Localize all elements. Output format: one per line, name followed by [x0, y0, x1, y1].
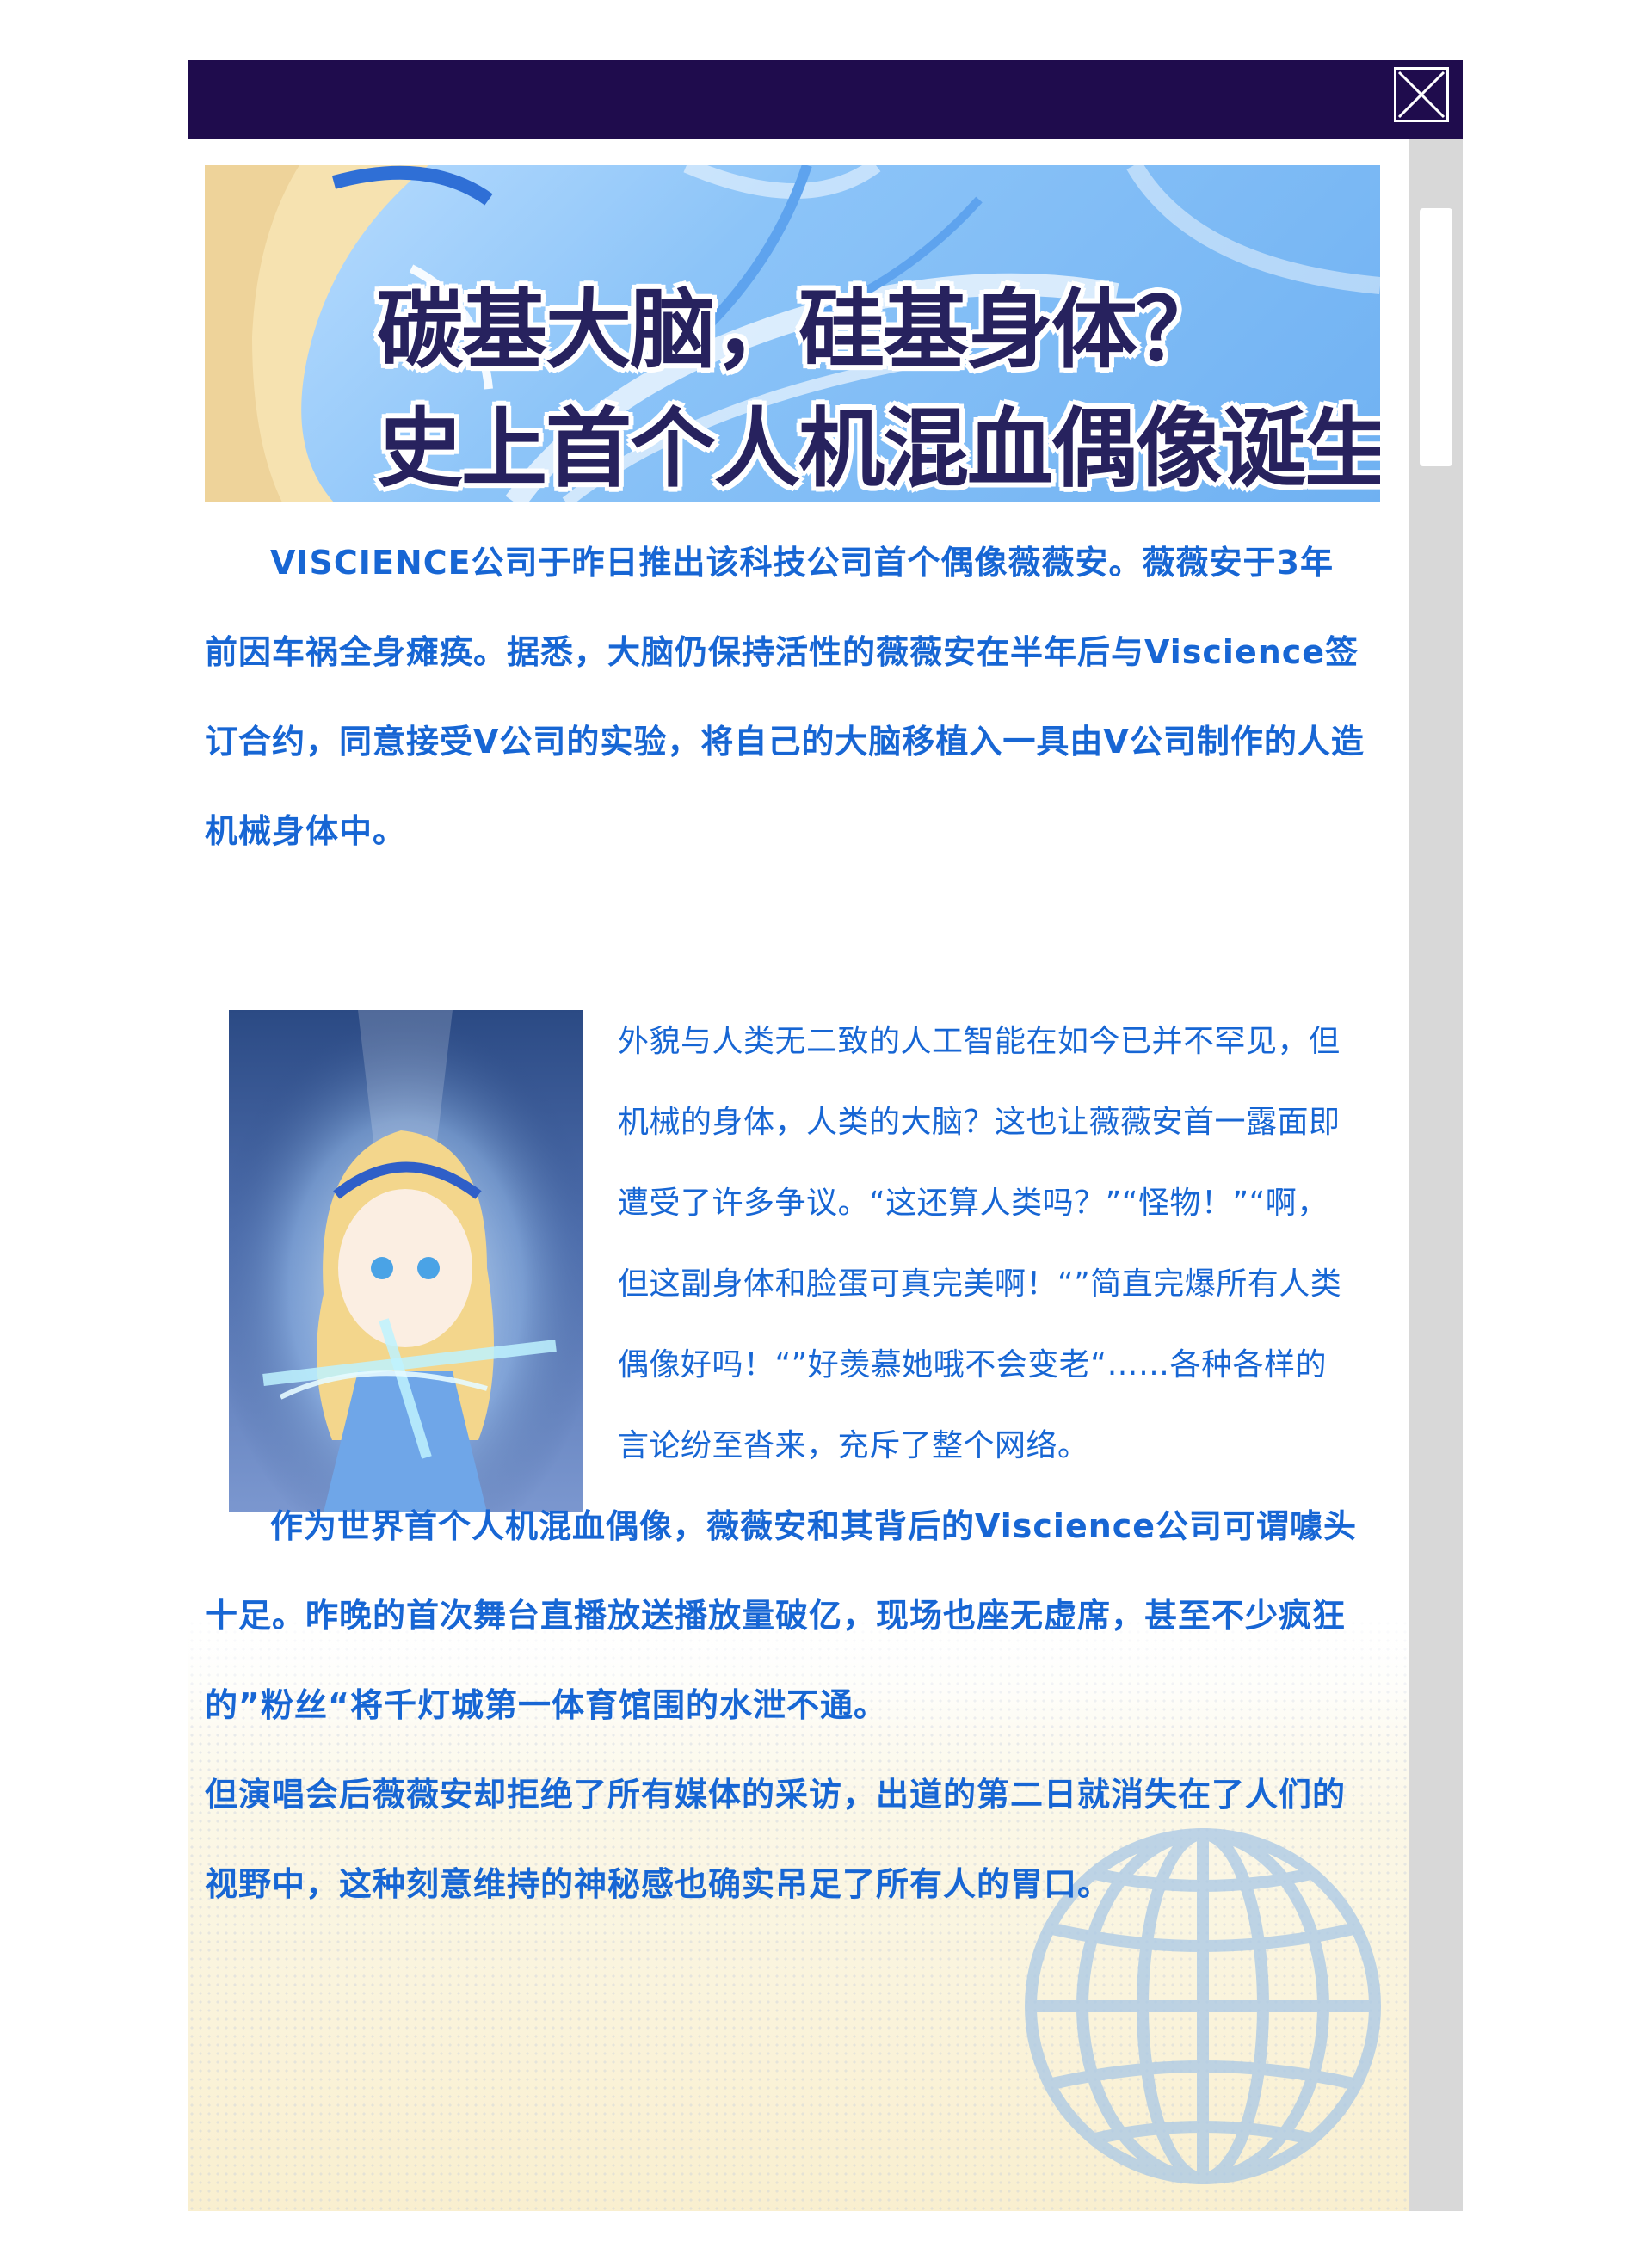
- portrait-side-text: 外貌与人类无二致的人工智能在如今已并不罕见，但机械的身体，人类的大脑？这也让薇薇…: [618, 1024, 1342, 1463]
- close-button[interactable]: [1394, 67, 1449, 122]
- idol-portrait-illustration: [229, 1010, 583, 1512]
- banner-headline-line-2: 史上首个人机混血偶像诞生！: [377, 398, 1380, 499]
- scrollbar-track[interactable]: [1409, 139, 1463, 2211]
- article-window: 碳基大脑，硅基身体？ 史上首个人机混血偶像诞生！ VISCIENCE公司于昨日推…: [188, 60, 1463, 2211]
- article-paragraph-2: 作为世界首个人机混血偶像，薇薇安和其背后的Viscience公司可谓噱头十足。昨…: [205, 1507, 1358, 1724]
- idol-portrait-image: [229, 1010, 583, 1512]
- close-icon: [1397, 71, 1446, 119]
- article-content: 碳基大脑，硅基身体？ 史上首个人机混血偶像诞生！ VISCIENCE公司于昨日推…: [188, 139, 1409, 2211]
- article-paragraph-1: VISCIENCE公司于昨日推出该科技公司首个偶像薇薇安。薇薇安于3年前因车祸全…: [205, 544, 1365, 850]
- article-paragraph-3: 但演唱会后薇薇安却拒绝了所有媒体的采访，出道的第二日就消失在了人们的视野中，这种…: [205, 1776, 1347, 1903]
- scrollbar-thumb[interactable]: [1420, 208, 1452, 466]
- headline-banner: 碳基大脑，硅基身体？ 史上首个人机混血偶像诞生！: [205, 165, 1380, 502]
- banner-headline-line-1: 碳基大脑，硅基身体？: [377, 280, 1222, 380]
- window-titlebar: [188, 60, 1463, 139]
